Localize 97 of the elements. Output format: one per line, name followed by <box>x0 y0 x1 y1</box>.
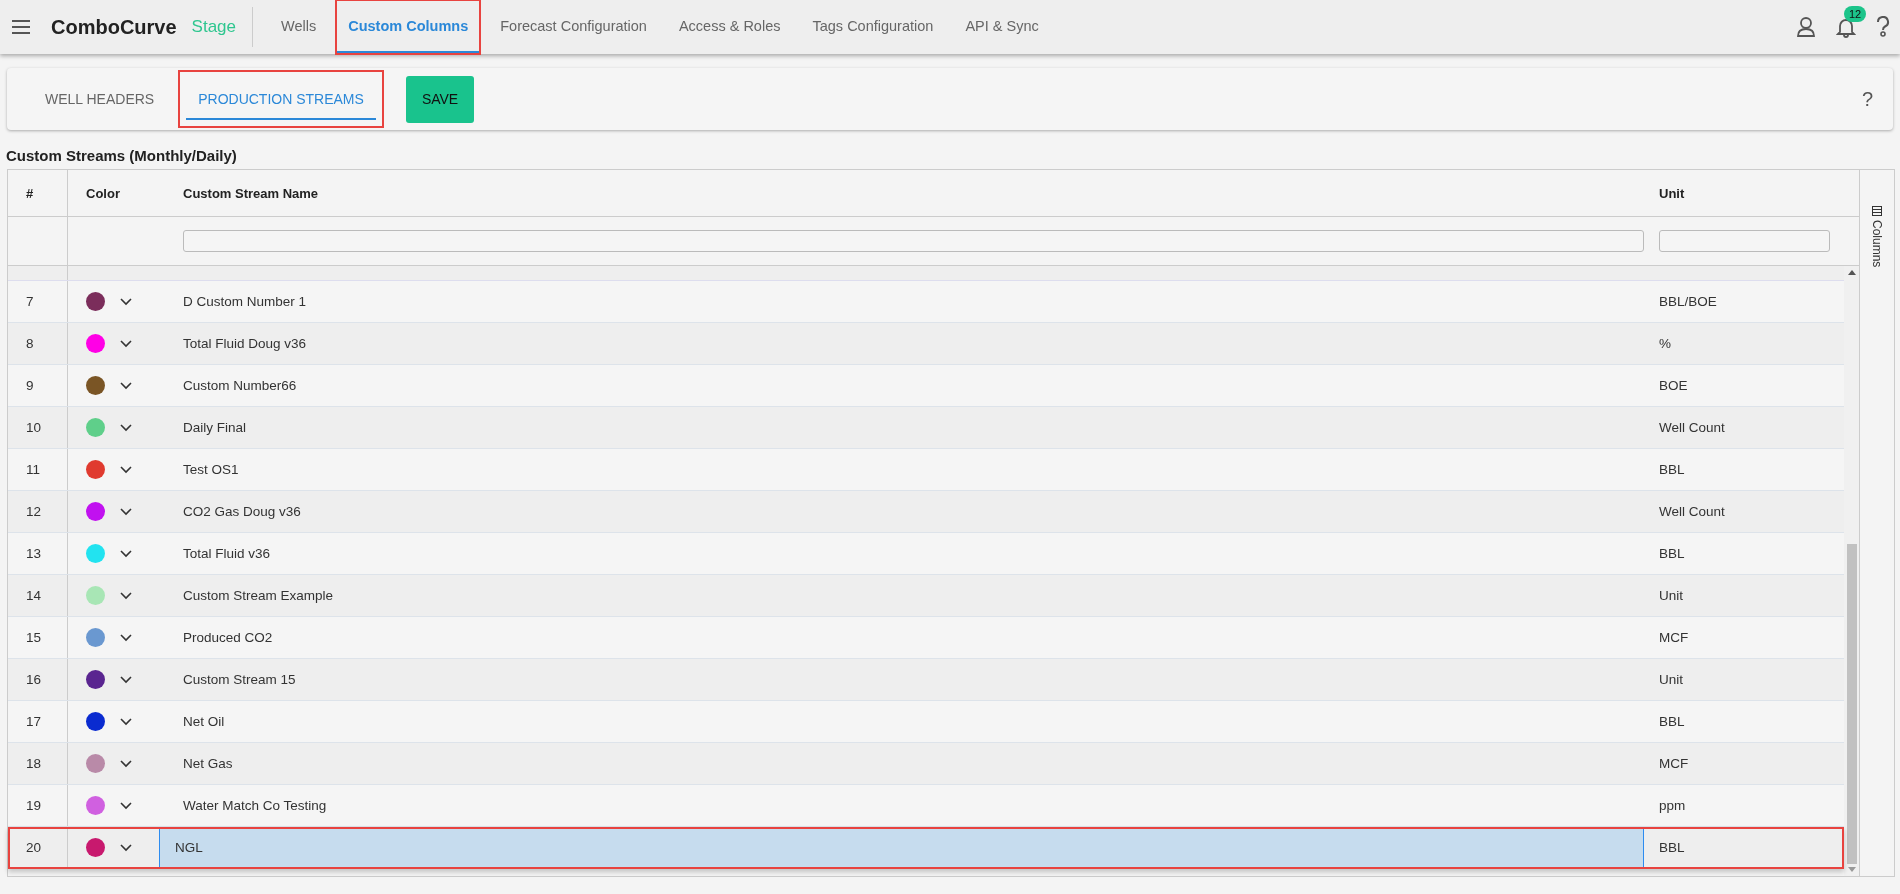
color-swatch[interactable] <box>86 712 105 731</box>
help-icon[interactable] <box>1876 16 1890 38</box>
color-swatch[interactable] <box>86 376 105 395</box>
row-number: 11 <box>8 449 68 490</box>
row-number: 10 <box>8 407 68 448</box>
chevron-down-icon[interactable] <box>120 339 132 348</box>
chevron-down-icon[interactable] <box>120 633 132 642</box>
table-cell[interactable]: D Custom Number 1 <box>159 281 1644 322</box>
color-swatch[interactable] <box>86 334 105 353</box>
color-swatch[interactable] <box>86 418 105 437</box>
columns-icon <box>1872 206 1882 216</box>
chevron-down-icon[interactable] <box>120 717 132 726</box>
table-cell[interactable]: ppm <box>1644 785 1844 826</box>
column-header[interactable]: Unit <box>1644 185 1844 201</box>
nav-tab[interactable]: Access & Roles <box>666 0 793 54</box>
row-number: 18 <box>8 743 68 784</box>
table-cell[interactable]: MCF <box>1644 743 1844 784</box>
color-swatch[interactable] <box>86 586 105 605</box>
nav-tab[interactable]: Forecast Configuration <box>488 0 659 54</box>
vertical-scrollbar[interactable] <box>1844 266 1859 876</box>
app-logo[interactable]: ComboCurve <box>51 15 177 39</box>
columns-panel-toggle[interactable]: Columns <box>1859 170 1894 876</box>
notification-badge: 12 <box>1844 6 1867 22</box>
table-cell[interactable]: CO2 Gas Doug v36 <box>159 491 1644 532</box>
table-cell[interactable]: Custom Stream Example <box>159 575 1644 616</box>
color-swatch[interactable] <box>86 754 105 773</box>
color-swatch[interactable] <box>86 838 105 857</box>
chevron-down-icon[interactable] <box>120 423 132 432</box>
filter-field[interactable] <box>183 230 1644 252</box>
row-number: 17 <box>8 701 68 742</box>
user-icon[interactable] <box>1796 16 1816 38</box>
table-cell[interactable]: BOE <box>1644 365 1844 406</box>
table-cell[interactable]: Unit <box>1644 575 1844 616</box>
table-cell[interactable]: Total Fluid Doug v36 <box>159 323 1644 364</box>
section-title: Custom Streams (Monthly/Daily) <box>6 147 238 165</box>
nav-tab[interactable]: Wells <box>269 0 329 54</box>
table-cell[interactable]: Produced CO2 <box>159 617 1644 658</box>
chevron-down-icon[interactable] <box>120 591 132 600</box>
table-cell[interactable]: BBL <box>1644 701 1844 742</box>
chevron-down-icon[interactable] <box>120 549 132 558</box>
row-number: 9 <box>8 365 68 406</box>
save-button[interactable]: SAVE <box>405 75 475 123</box>
color-swatch[interactable] <box>86 460 105 479</box>
table-cell[interactable]: Custom Number66 <box>159 365 1644 406</box>
column-header[interactable]: # <box>8 170 68 216</box>
row-number: 8 <box>8 323 68 364</box>
table-cell[interactable]: Water Match Co Testing <box>159 785 1644 826</box>
color-swatch[interactable] <box>86 544 105 563</box>
color-swatch[interactable] <box>86 670 105 689</box>
bell-icon[interactable] <box>1836 16 1856 38</box>
color-swatch[interactable] <box>86 796 105 815</box>
table-cell[interactable]: BBL <box>1644 827 1844 868</box>
table-cell[interactable]: Total Fluid v36 <box>159 533 1644 574</box>
color-swatch[interactable] <box>86 502 105 521</box>
table-cell[interactable]: Unit <box>1644 659 1844 700</box>
scroll-up-arrow-icon[interactable] <box>1847 270 1856 275</box>
chevron-down-icon[interactable] <box>120 507 132 516</box>
chevron-down-icon[interactable] <box>120 843 132 852</box>
menu-icon[interactable] <box>10 18 32 36</box>
sub-tab[interactable]: WELL HEADERS <box>25 70 175 128</box>
table-cell[interactable]: BBL/BOE <box>1644 281 1844 322</box>
column-header[interactable]: Custom Stream Name <box>159 185 1644 201</box>
chevron-down-icon[interactable] <box>120 381 132 390</box>
color-swatch[interactable] <box>86 628 105 647</box>
nav-tab[interactable]: Tags Configuration <box>800 0 946 54</box>
table-cell[interactable]: Test OS1 <box>159 449 1644 490</box>
row-number: 12 <box>8 491 68 532</box>
table-cell[interactable]: MCF <box>1644 617 1844 658</box>
row-number: 19 <box>8 785 68 826</box>
table-cell[interactable]: Net Oil <box>159 701 1644 742</box>
help-button[interactable]: ? <box>1861 87 1873 111</box>
row-number: 13 <box>8 533 68 574</box>
chevron-down-icon[interactable] <box>120 759 132 768</box>
table-cell[interactable]: Custom Stream 15 <box>159 659 1644 700</box>
table-cell[interactable]: Daily Final <box>159 407 1644 448</box>
table-cell[interactable]: Net Gas <box>159 743 1644 784</box>
table-cell[interactable]: NGL <box>159 827 1644 868</box>
row-number: 7 <box>8 281 68 322</box>
chevron-down-icon[interactable] <box>120 675 132 684</box>
table-cell[interactable]: Well Count <box>1644 491 1844 532</box>
table-cell[interactable]: Well Count <box>1644 407 1844 448</box>
row-number: 16 <box>8 659 68 700</box>
column-header[interactable]: Color <box>68 185 159 201</box>
row-number: 14 <box>8 575 68 616</box>
row-number: 20 <box>8 827 68 868</box>
chevron-down-icon[interactable] <box>120 801 132 810</box>
row-number: 15 <box>8 617 68 658</box>
filter-field[interactable] <box>1659 230 1830 252</box>
chevron-down-icon[interactable] <box>120 297 132 306</box>
table-cell[interactable]: BBL <box>1644 533 1844 574</box>
table-cell[interactable]: % <box>1644 323 1844 364</box>
color-swatch[interactable] <box>86 292 105 311</box>
environment-label: Stage <box>191 17 236 37</box>
chevron-down-icon[interactable] <box>120 465 132 474</box>
nav-tab[interactable]: API & Sync <box>953 0 1051 54</box>
sub-tab[interactable]: PRODUCTION STREAMS <box>178 70 384 128</box>
table-cell[interactable]: BBL <box>1644 449 1844 490</box>
